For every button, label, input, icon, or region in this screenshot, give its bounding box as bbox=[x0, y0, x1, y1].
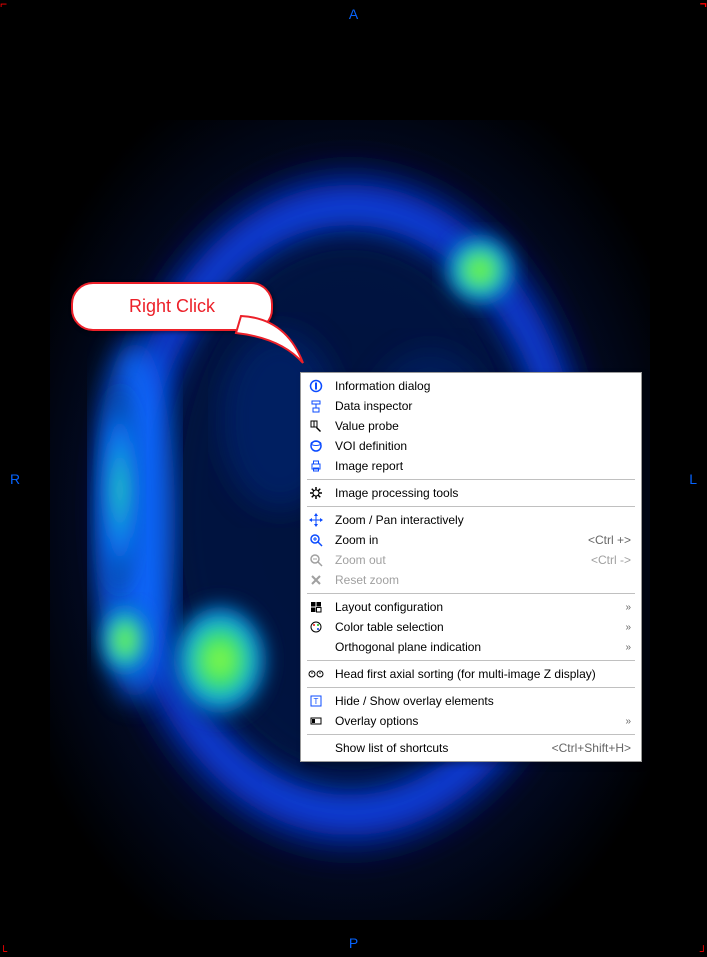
menu-item-zoompan[interactable]: Zoom / Pan interactively bbox=[301, 510, 641, 530]
menu-item-label: Image processing tools bbox=[335, 486, 631, 500]
zoom-out-icon bbox=[307, 552, 325, 568]
svg-text:T: T bbox=[314, 697, 319, 706]
submenu-arrow-icon bbox=[625, 642, 631, 653]
menu-item-inspect[interactable]: Data inspector bbox=[301, 396, 641, 416]
menu-item-label: Head first axial sorting (for multi-imag… bbox=[335, 667, 631, 681]
orientation-left: L bbox=[689, 471, 697, 487]
menu-item-label: Color table selection bbox=[335, 620, 617, 634]
menu-item-shortcut: <Ctrl -> bbox=[591, 553, 631, 567]
menu-separator bbox=[307, 660, 635, 661]
zoom-in-icon bbox=[307, 532, 325, 548]
menu-item-label: Layout configuration bbox=[335, 600, 617, 614]
palette-icon bbox=[307, 619, 325, 635]
orientation-right: R bbox=[10, 471, 20, 487]
voi-icon bbox=[307, 438, 325, 454]
printer-icon bbox=[307, 458, 325, 474]
menu-item-report[interactable]: Image report bbox=[301, 456, 641, 476]
gear-icon bbox=[307, 485, 325, 501]
callout-annotation: Right Click bbox=[71, 282, 281, 377]
corner-marker-br: ┘ bbox=[700, 947, 707, 957]
menu-item-proc[interactable]: Image processing tools bbox=[301, 483, 641, 503]
menu-item-label: Reset zoom bbox=[335, 573, 631, 587]
corner-marker-tl: ⌐ bbox=[0, 0, 7, 10]
blank-icon bbox=[307, 639, 325, 655]
menu-item-zrst: Reset zoom bbox=[301, 570, 641, 590]
menu-item-label: Hide / Show overlay elements bbox=[335, 694, 631, 708]
menu-separator bbox=[307, 734, 635, 735]
menu-item-label: Orthogonal plane indication bbox=[335, 640, 617, 654]
menu-item-label: Image report bbox=[335, 459, 631, 473]
menu-item-hfaxial[interactable]: Head first axial sorting (for multi-imag… bbox=[301, 664, 641, 684]
menu-item-overlay[interactable]: T Hide / Show overlay elements bbox=[301, 691, 641, 711]
overlay-toggle-icon: T bbox=[307, 693, 325, 709]
orientation-anterior: A bbox=[349, 6, 358, 22]
menu-item-label: Show list of shortcuts bbox=[335, 741, 544, 755]
menu-item-label: VOI definition bbox=[335, 439, 631, 453]
menu-item-info[interactable]: Information dialog bbox=[301, 376, 641, 396]
overlay-opt-icon bbox=[307, 713, 325, 729]
menu-item-shortcut: <Ctrl +> bbox=[588, 533, 631, 547]
head-axial-icon bbox=[307, 666, 325, 682]
menu-item-label: Zoom / Pan interactively bbox=[335, 513, 631, 527]
corner-marker-bl: └ bbox=[0, 947, 7, 957]
submenu-arrow-icon bbox=[625, 716, 631, 727]
menu-item-ortho[interactable]: Orthogonal plane indication bbox=[301, 637, 641, 657]
info-circle-icon bbox=[307, 378, 325, 394]
menu-item-label: Information dialog bbox=[335, 379, 631, 393]
menu-item-layout[interactable]: Layout configuration bbox=[301, 597, 641, 617]
blank-icon bbox=[307, 740, 325, 756]
menu-item-voi[interactable]: VOI definition bbox=[301, 436, 641, 456]
reset-icon bbox=[307, 572, 325, 588]
menu-item-zout: Zoom out <Ctrl -> bbox=[301, 550, 641, 570]
layout-icon bbox=[307, 599, 325, 615]
menu-item-ctable[interactable]: Color table selection bbox=[301, 617, 641, 637]
menu-item-probe[interactable]: Value probe bbox=[301, 416, 641, 436]
menu-item-label: Zoom in bbox=[335, 533, 580, 547]
submenu-arrow-icon bbox=[625, 622, 631, 633]
corner-marker-tr: ¬ bbox=[700, 0, 707, 10]
crosshair-icon bbox=[307, 512, 325, 528]
menu-item-shortcut: <Ctrl+Shift+H> bbox=[552, 741, 631, 755]
menu-item-label: Zoom out bbox=[335, 553, 583, 567]
menu-item-label: Value probe bbox=[335, 419, 631, 433]
probe-icon bbox=[307, 418, 325, 434]
menu-separator bbox=[307, 687, 635, 688]
menu-item-shorts[interactable]: Show list of shortcuts <Ctrl+Shift+H> bbox=[301, 738, 641, 758]
inspector-icon bbox=[307, 398, 325, 414]
menu-item-ovlopt[interactable]: Overlay options bbox=[301, 711, 641, 731]
menu-item-label: Data inspector bbox=[335, 399, 631, 413]
menu-item-label: Overlay options bbox=[335, 714, 617, 728]
menu-separator bbox=[307, 506, 635, 507]
menu-item-zin[interactable]: Zoom in <Ctrl +> bbox=[301, 530, 641, 550]
image-viewport[interactable]: ⌐ ¬ └ ┘ A P R L bbox=[0, 0, 707, 957]
menu-separator bbox=[307, 593, 635, 594]
context-menu[interactable]: Information dialog Data inspector Value pr… bbox=[300, 372, 642, 762]
orientation-posterior: P bbox=[349, 935, 358, 951]
submenu-arrow-icon bbox=[625, 602, 631, 613]
menu-separator bbox=[307, 479, 635, 480]
